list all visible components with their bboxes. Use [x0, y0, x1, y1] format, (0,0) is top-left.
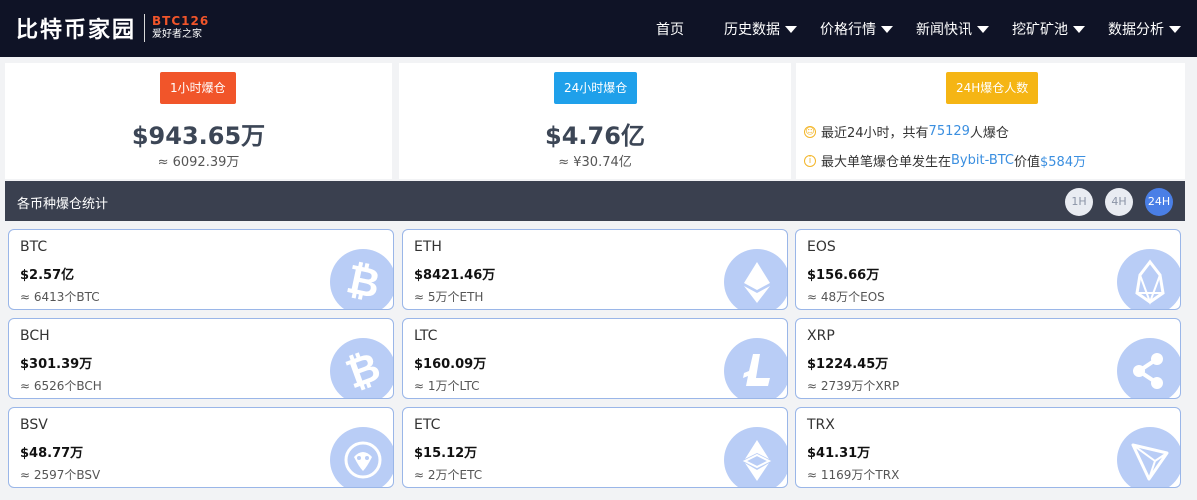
coin-card-bch[interactable]: BCH $301.39万 ≈ 6526个BCH ₿ [8, 318, 394, 399]
largest-order-line: i 最大单笔爆仓单发生在 Bybit-BTC 价值 $584万 [804, 151, 1086, 170]
coin-name: BSV [20, 417, 48, 433]
coin-name: BCH [20, 328, 50, 344]
coin-value: $156.66万 [807, 268, 880, 283]
nav-label: 新闻快讯 [916, 22, 972, 38]
liquidation-summary: 1小时爆仓 $943.65万 ≈ 6092.39万 24小时爆仓 $4.76亿 … [0, 63, 1197, 179]
largest-exchange[interactable]: Bybit-BTC [951, 153, 1014, 168]
summary-24h: 24小时爆仓 $4.76亿 ≈ ¥30.74亿 [399, 63, 791, 179]
nav-label: 数据分析 [1108, 22, 1164, 38]
chevron-down-icon [1073, 25, 1085, 33]
largest-line-mid: 价值 [1014, 155, 1041, 170]
value-24h-cny: ≈ ¥30.74亿 [558, 155, 632, 170]
coin-card-bsv[interactable]: BSV $48.77万 ≈ 2597个BSV [8, 407, 394, 488]
coin-value: $15.12万 [414, 446, 478, 461]
site-logo[interactable]: 比特币家园 BTC126 爱好者之家 [16, 12, 209, 44]
coin-card-eos[interactable]: EOS $156.66万 ≈ 48万个EOS [795, 229, 1181, 310]
chevron-down-icon [785, 25, 797, 33]
timeframe-24h-button[interactable]: 24H [1145, 188, 1173, 216]
summary-people: 24H爆仓人数 ☺ 最近24小时，共有 75129 人爆仓 i 最大单笔爆仓单发生在… [796, 63, 1185, 179]
top-navbar: 比特币家园 BTC126 爱好者之家 首页 历史数据 价格行情 新闻快讯 挖矿矿… [0, 0, 1197, 57]
coin-value: $48.77万 [20, 446, 84, 461]
coin-name: LTC [414, 328, 438, 344]
coin-value: $1224.45万 [807, 357, 889, 372]
coin-value: $301.39万 [20, 357, 93, 372]
eos-icon [1117, 249, 1180, 309]
value-24h: $4.76亿 [545, 122, 645, 150]
summary-1h: 1小时爆仓 $943.65万 ≈ 6092.39万 [5, 63, 392, 179]
nav-label: 价格行情 [820, 22, 876, 38]
coin-amount: ≈ 48万个EOS [807, 290, 885, 304]
coin-amount: ≈ 1169万个TRX [807, 468, 900, 482]
coin-name: BTC [20, 239, 48, 255]
coin-name: ETH [414, 239, 442, 255]
nav-item-news[interactable]: 新闻快讯 [916, 19, 989, 39]
nav-label: 历史数据 [724, 22, 780, 38]
people-count-line: ☺ 最近24小时，共有 75129 人爆仓 [804, 122, 1009, 141]
coin-card-eth[interactable]: ETH $8421.46万 ≈ 5万个ETH [402, 229, 788, 310]
ethereum-classic-icon [724, 427, 787, 487]
logo-divider [144, 14, 146, 42]
largest-value: $584万 [1040, 155, 1087, 170]
coin-amount: ≈ 1万个LTC [414, 379, 480, 393]
chevron-down-icon [977, 25, 989, 33]
coin-value: $160.09万 [414, 357, 487, 372]
coin-card-xrp[interactable]: XRP $1224.45万 ≈ 2739万个XRP [795, 318, 1181, 399]
logo-text: 比特币家园 [16, 18, 137, 43]
chevron-down-icon [881, 25, 893, 33]
ripple-icon [1117, 338, 1180, 398]
logo-code: BTC126 [152, 14, 210, 28]
tag-24h: 24小时爆仓 [554, 72, 638, 104]
bsv-icon [330, 427, 393, 487]
largest-line-pre: 最大单笔爆仓单发生在 [821, 155, 952, 170]
coin-amount: ≈ 6526个BCH [20, 379, 102, 393]
coin-card-trx[interactable]: TRX $41.31万 ≈ 1169万个TRX [795, 407, 1181, 488]
bitcoin-icon: ₿ [330, 249, 393, 309]
coin-value: $8421.46万 [414, 268, 496, 283]
people-line1-pre: 最近24小时，共有 [821, 126, 929, 141]
coin-name: TRX [807, 417, 835, 433]
nav-label: 首页 [656, 22, 684, 38]
logo-subtitle: BTC126 爱好者之家 [152, 14, 209, 42]
nav-item-analysis[interactable]: 数据分析 [1108, 19, 1181, 39]
coin-card-ltc[interactable]: LTC $160.09万 ≈ 1万个LTC [402, 318, 788, 399]
coin-card-etc[interactable]: ETC $15.12万 ≈ 2万个ETC [402, 407, 788, 488]
value-1h-cny: ≈ 6092.39万 [157, 155, 240, 170]
coin-amount: ≈ 6413个BTC [20, 290, 100, 304]
coin-value: $41.31万 [807, 446, 871, 461]
coin-card-btc[interactable]: BTC $2.57亿 ≈ 6413个BTC ₿ [8, 229, 394, 310]
coin-stats-header: 各币种爆仓统计 1H 4H 24H [5, 181, 1185, 221]
coin-amount: ≈ 2万个ETC [414, 468, 483, 482]
people-line1-post: 人爆仓 [969, 126, 1009, 141]
timeframe-4h-button[interactable]: 4H [1105, 188, 1133, 216]
nav-item-mining[interactable]: 挖矿矿池 [1012, 19, 1085, 39]
coin-amount: ≈ 5万个ETH [414, 290, 484, 304]
nav-item-history[interactable]: 历史数据 [724, 19, 797, 39]
coin-amount: ≈ 2597个BSV [20, 468, 101, 482]
logo-slogan: 爱好者之家 [152, 29, 203, 40]
coin-name: XRP [807, 328, 835, 344]
coin-name: ETC [414, 417, 441, 433]
tron-icon [1117, 427, 1180, 487]
info-icon: i [804, 154, 816, 167]
people-count: 75129 [928, 124, 970, 139]
bitcoin-cash-icon: ₿ [330, 338, 393, 398]
chevron-down-icon [1169, 25, 1181, 33]
tag-1h: 1小时爆仓 [160, 72, 236, 104]
coin-amount: ≈ 2739万个XRP [807, 379, 900, 393]
value-1h: $943.65万 [131, 122, 266, 150]
smile-icon: ☺ [804, 125, 816, 138]
nav-label: 挖矿矿池 [1012, 22, 1068, 38]
timeframe-1h-button[interactable]: 1H [1065, 188, 1093, 216]
section-title: 各币种爆仓统计 [17, 197, 109, 212]
ethereum-icon [724, 249, 787, 309]
coin-value: $2.57亿 [20, 268, 75, 283]
nav-item-home[interactable]: 首页 [656, 19, 684, 39]
litecoin-icon [724, 338, 787, 398]
tag-people: 24H爆仓人数 [946, 72, 1039, 104]
coin-name: EOS [807, 239, 836, 255]
nav-item-prices[interactable]: 价格行情 [820, 19, 893, 39]
